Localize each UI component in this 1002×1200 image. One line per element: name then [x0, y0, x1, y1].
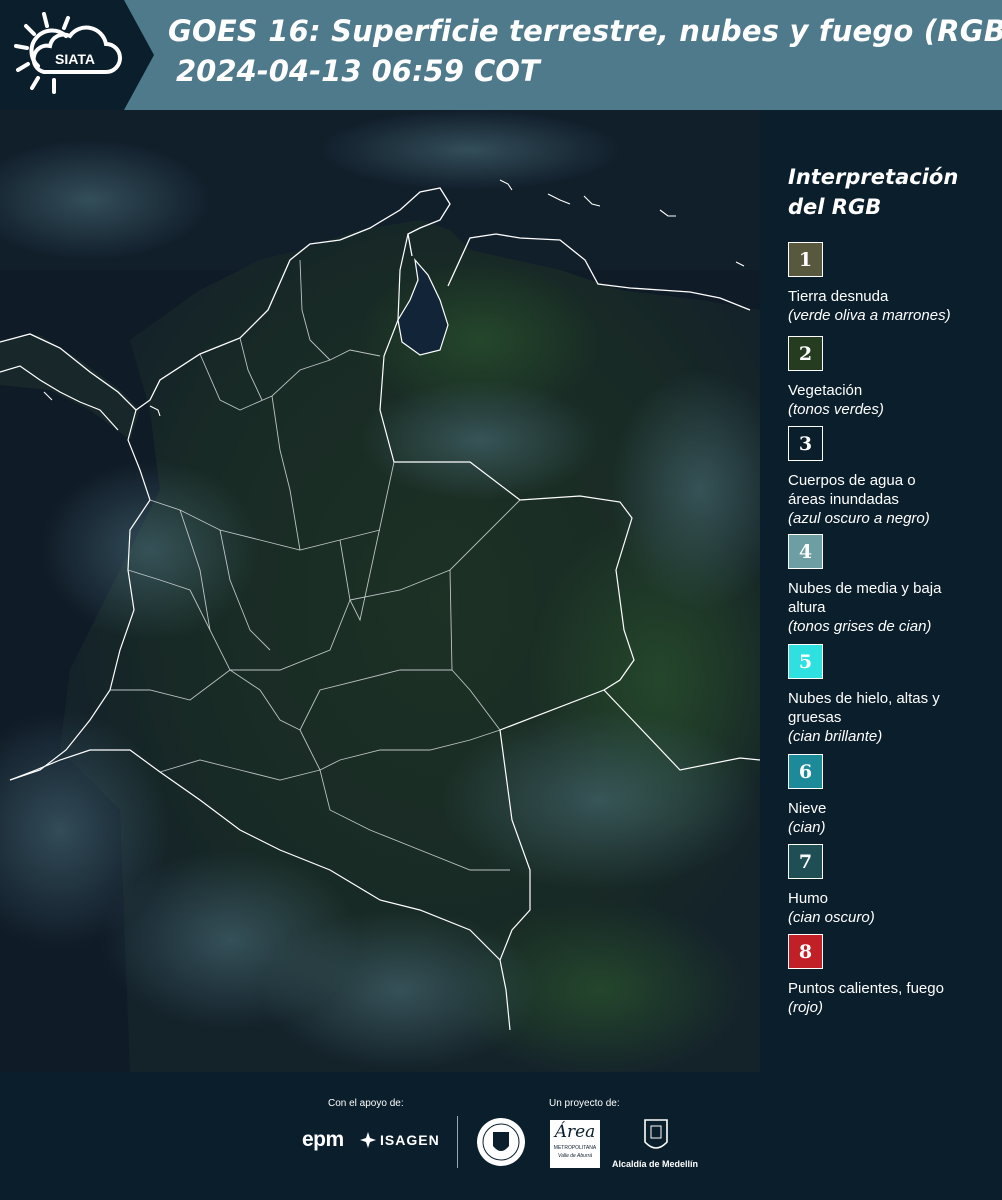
- isagen-logo: ISAGEN: [360, 1132, 440, 1148]
- legend-item: 3 Cuerpos de agua o áreas inundadas (azul …: [788, 426, 998, 528]
- legend-item: 7 Humo (cian oscuro): [788, 844, 998, 927]
- page-title: GOES 16: Superficie terrestre, nubes y f…: [168, 14, 1002, 48]
- project-label: Un proyecto de:: [549, 1098, 620, 1109]
- legend-item-note: (tonos verdes): [788, 401, 884, 418]
- logo-text: SIATA: [55, 51, 95, 67]
- page-timestamp: 2024-04-13 06:59 COT: [176, 54, 540, 88]
- legend-panel: Interpretación del RGB 1 Tierra desnuda (v…: [760, 110, 1002, 1072]
- satellite-map[interactable]: [0, 110, 760, 1072]
- legend-item-note: (cian oscuro): [788, 909, 875, 926]
- cloud-field: [40, 460, 260, 640]
- legend-item: 4 Nubes de media y baja altura (tonos gris…: [788, 534, 998, 636]
- legend-item: 1 Tierra desnuda (verde oliva a marrones): [788, 242, 998, 325]
- legend-item: 6 Nieve (cian): [788, 754, 998, 837]
- cloud-field: [360, 380, 600, 500]
- siata-logo: SIATA: [14, 12, 122, 94]
- university-seal-logo: [477, 1118, 525, 1166]
- cloud-field: [260, 910, 540, 1070]
- header: SIATA GOES 16: Superficie terrestre, nub…: [0, 0, 1002, 110]
- legend-item: 5 Nubes de hielo, altas y gruesas (cian br…: [788, 644, 998, 746]
- legend-swatch: 5: [788, 644, 823, 679]
- area-metropolitana-logo: Área METROPOLITANA Valle de Aburrá: [550, 1120, 600, 1168]
- legend-item-note: (rojo): [788, 999, 824, 1016]
- isagen-icon: [360, 1132, 376, 1148]
- legend-swatch: 8: [788, 934, 823, 969]
- legend-item-note: (tonos grises de cian): [788, 618, 932, 635]
- cloud-field: [320, 110, 620, 190]
- support-label: Con el apoyo de:: [328, 1098, 404, 1109]
- epm-logo: epm: [302, 1128, 344, 1151]
- footer-divider: [457, 1116, 458, 1168]
- legend-title: Interpretación del RGB: [788, 165, 959, 219]
- legend-item-note: (cian brillante): [788, 728, 883, 745]
- area-logo-sub: Valle de Aburrá: [557, 1153, 593, 1159]
- legend-item-label: Nieve: [788, 800, 827, 817]
- legend-item: 8 Puntos calientes, fuego (rojo): [788, 934, 998, 1017]
- legend-item-label: Nubes de hielo, altas y gruesas: [788, 690, 940, 726]
- legend-swatch: 4: [788, 534, 823, 569]
- legend-swatch: 1: [788, 242, 823, 277]
- isagen-text: ISAGEN: [380, 1132, 440, 1148]
- alcaldia-label: Alcaldía de Medellín: [612, 1159, 699, 1169]
- area-logo-main: Área: [554, 1122, 596, 1142]
- legend-item-label: Vegetación: [788, 382, 863, 399]
- legend-item-label: Humo: [788, 890, 829, 907]
- legend-item-label: Cuerpos de agua o áreas inundadas: [788, 472, 916, 508]
- footer: Con el apoyo de: Un proyecto de: epm ISA…: [0, 1072, 1002, 1200]
- legend-item-label: Puntos calientes, fuego: [788, 980, 944, 997]
- legend-swatch: 7: [788, 844, 823, 879]
- legend-item-note: (verde oliva a marrones): [788, 307, 951, 324]
- legend-swatch: 6: [788, 754, 823, 789]
- legend-swatch: 3: [788, 426, 823, 461]
- cloud-field: [440, 710, 760, 890]
- legend-item-label: Nubes de media y baja altura: [788, 580, 942, 616]
- legend-item: 2 Vegetación (tonos verdes): [788, 336, 998, 419]
- legend-item-label: Tierra desnuda: [788, 288, 889, 305]
- legend-item-note: (cian): [788, 819, 826, 836]
- legend-swatch: 2: [788, 336, 823, 371]
- alcaldia-shield-icon: [644, 1119, 668, 1149]
- legend-item-note: (azul oscuro a negro): [788, 510, 930, 527]
- area-logo-sub: METROPOLITANA: [553, 1145, 597, 1151]
